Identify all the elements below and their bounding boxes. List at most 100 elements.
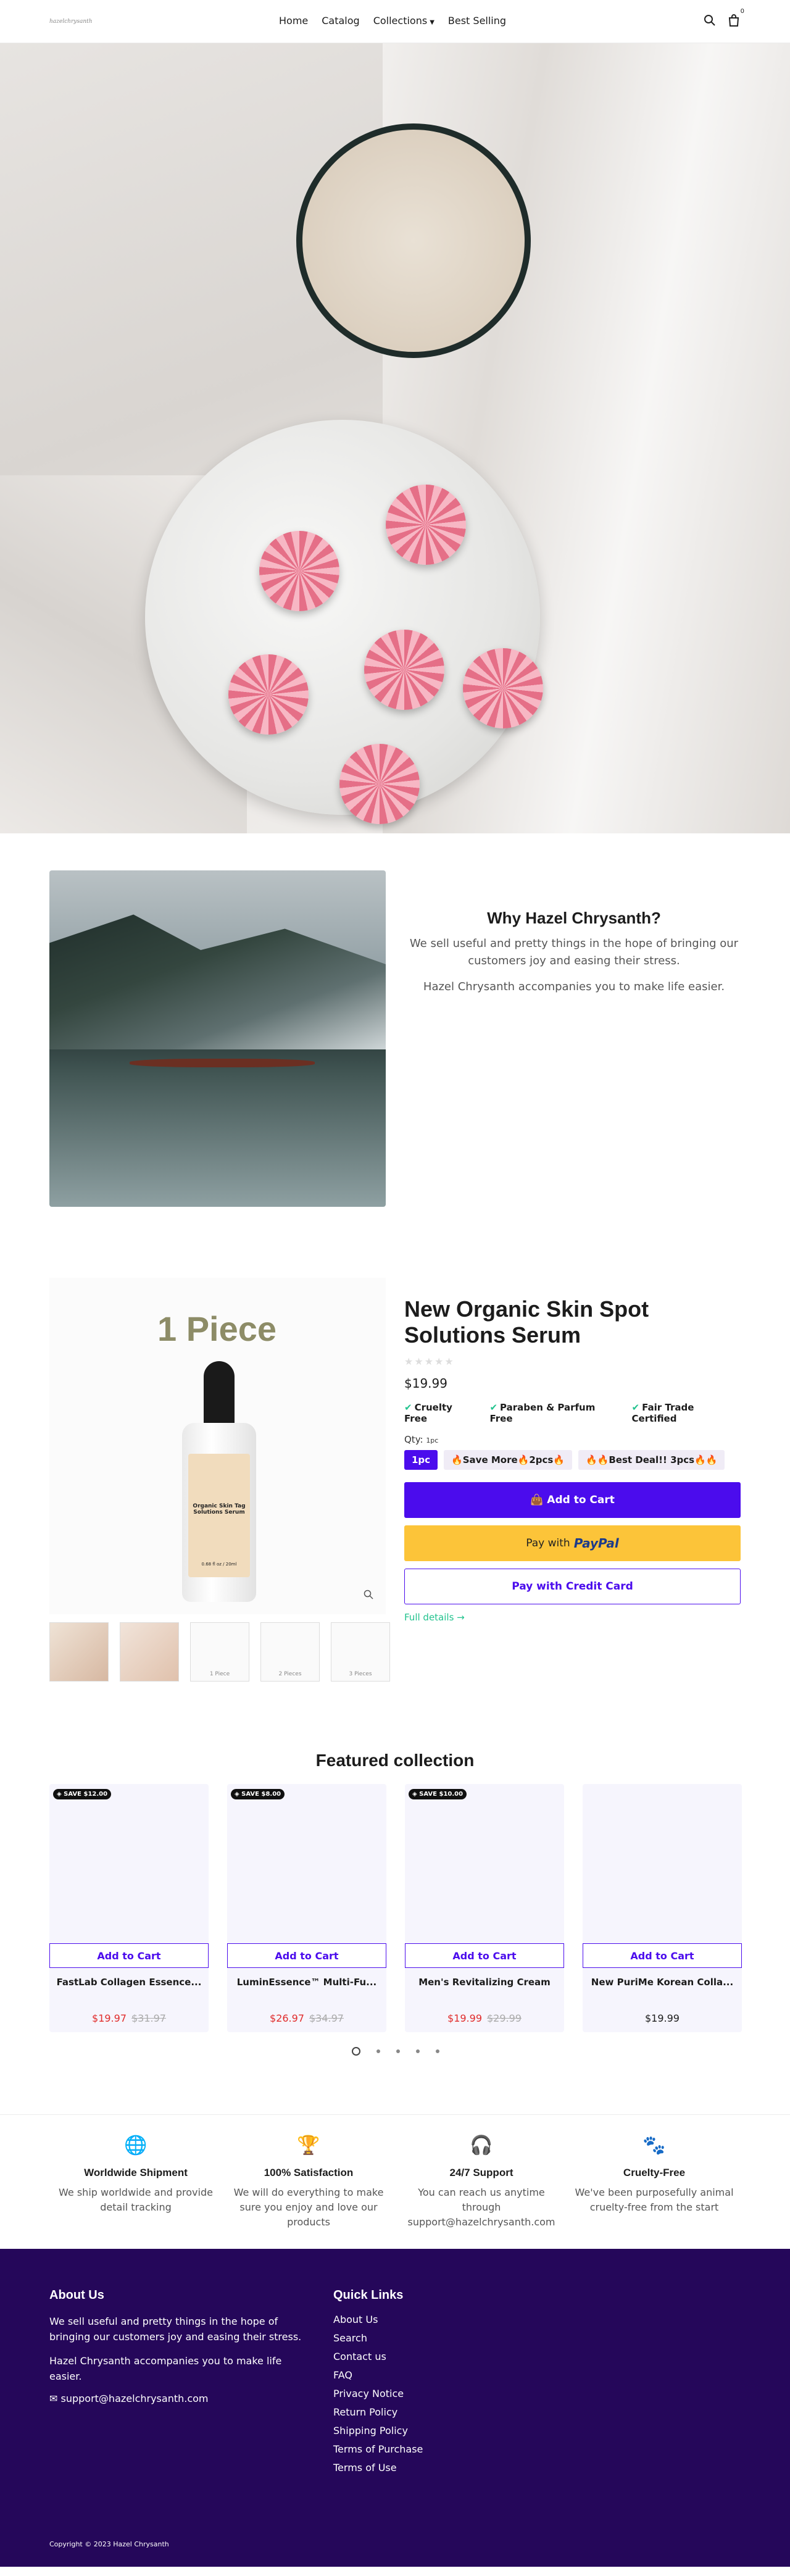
card-title[interactable]: LuminEssence™ Multi-Fu...	[233, 1977, 380, 1988]
featured-title: Featured collection	[315, 1751, 475, 1770]
product-card[interactable]: ◈ SAVE $12.00 Add to Cart FastLab Collag…	[49, 1784, 209, 2032]
add-to-cart-button[interactable]: Add to Cart	[49, 1943, 209, 1968]
qty-options: 1pc 🔥Save More🔥2pcs🔥 🔥🔥Best Deal!! 3pcs🔥…	[404, 1450, 741, 1470]
feature-title: 24/7 Support	[449, 2167, 514, 2178]
footer-about: About Us We sell useful and pretty thing…	[49, 2288, 309, 2404]
sale-price: $19.99	[447, 2012, 482, 2024]
why-title: Why Hazel Chrysanth?	[487, 909, 661, 927]
zoom-icon[interactable]	[364, 1590, 373, 1602]
qty-option[interactable]: 🔥🔥Best Deal!! 3pcs🔥🔥	[578, 1450, 725, 1470]
footer-about-p2: Hazel Chrysanth accompanies you to make …	[49, 2355, 282, 2382]
why-paragraph-1: We sell useful and pretty things in the …	[409, 937, 739, 967]
nav-catalog[interactable]: Catalog	[322, 15, 359, 27]
footer-link[interactable]: Terms of Use	[333, 2462, 518, 2474]
tag-icon: ◈	[57, 1791, 64, 1798]
footer-links-title: Quick Links	[333, 2288, 404, 2302]
thumbnail[interactable]: 2 Pieces	[260, 1622, 320, 1682]
product-card[interactable]: ◈ SAVE $8.00 Add to Cart LuminEssence™ M…	[227, 1784, 386, 2032]
globe-icon: 🌐	[124, 2135, 148, 2156]
cart-icon[interactable]: 0	[727, 8, 744, 30]
star-rating: ★★★★★	[404, 1356, 455, 1367]
main-nav: Home Catalog Collections ▼ Best Selling	[279, 15, 506, 27]
qty-option[interactable]: 🔥Save More🔥2pcs🔥	[444, 1450, 573, 1470]
check-circle-icon: ✔	[631, 1402, 640, 1413]
nav-collections-label: Collections	[373, 15, 428, 27]
product-cards: ◈ SAVE $12.00 Add to Cart FastLab Collag…	[49, 1784, 742, 2032]
carousel-dot[interactable]	[416, 2049, 420, 2053]
add-to-cart-button[interactable]: 👜 Add to Cart	[404, 1482, 741, 1518]
footer-about-title: About Us	[49, 2288, 104, 2302]
carousel-dot[interactable]	[352, 2047, 360, 2056]
bottle-dropper-cap	[204, 1361, 235, 1429]
add-to-cart-button[interactable]: Add to Cart	[227, 1943, 386, 1968]
footer-link[interactable]: Privacy Notice	[333, 2388, 518, 2399]
bottle-label-text: Organic Skin Tag Solutions Serum	[193, 1503, 246, 1515]
feature-text: You can reach us anytime through support…	[407, 2186, 555, 2228]
badge: ✔ Paraben & Parfum Free	[489, 1402, 619, 1424]
chevron-down-icon: ▼	[430, 19, 434, 26]
carousel-dot[interactable]	[376, 2049, 380, 2053]
feature-item: 🎧 24/7 Support You can reach us anytime …	[395, 2115, 568, 2249]
full-details-link[interactable]: Full details →	[404, 1612, 741, 1623]
qty-option[interactable]: 1pc	[404, 1450, 438, 1470]
thumbnail[interactable]	[49, 1622, 109, 1682]
credit-card-button[interactable]: Pay with Credit Card	[404, 1569, 741, 1604]
nav-home[interactable]: Home	[279, 15, 308, 27]
add-to-cart-button[interactable]: Add to Cart	[405, 1943, 564, 1968]
product-badges: ✔ Cruelty Free ✔ Paraben & Parfum Free ✔ Fa…	[404, 1402, 741, 1424]
card-title[interactable]: Men's Revitalizing Cream	[411, 1977, 558, 1988]
thumbnail[interactable]: 3 Pieces	[331, 1622, 390, 1682]
nav-collections[interactable]: Collections ▼	[373, 15, 434, 27]
product-title: New Organic Skin Spot Solutions Serum	[404, 1296, 649, 1348]
bottle-label	[188, 1454, 250, 1577]
feature-text: We will do everything to make sure you e…	[233, 2186, 384, 2228]
hero-coffee-glass	[296, 123, 531, 358]
footer-email-text: support@hazelchrysanth.com	[60, 2393, 209, 2404]
footer-link[interactable]: Return Policy	[333, 2406, 518, 2418]
thumbnail-strip: 1 Piece 2 Pieces 3 Pieces	[49, 1622, 390, 1682]
carousel-dots	[352, 2047, 439, 2056]
carousel-dot[interactable]	[436, 2049, 439, 2053]
badge-label: Paraben & Parfum Free	[489, 1402, 596, 1424]
nav-best-selling[interactable]: Best Selling	[448, 15, 506, 27]
paypal-button[interactable]: Pay with PayPal	[404, 1525, 741, 1561]
card-title[interactable]: New PuriMe Korean Colla...	[589, 1977, 736, 1988]
why-text-block: Why Hazel Chrysanth? We sell useful and …	[407, 833, 741, 996]
carousel-dot[interactable]	[396, 2049, 400, 2053]
footer-link[interactable]: Contact us	[333, 2351, 518, 2362]
footer-link[interactable]: Search	[333, 2332, 518, 2344]
feature-text: We ship worldwide and provide detail tra…	[59, 2186, 213, 2213]
card-title[interactable]: FastLab Collagen Essence...	[56, 1977, 202, 1988]
paypal-prefix: Pay with	[526, 1537, 570, 1549]
thumbnail[interactable]: 1 Piece	[190, 1622, 249, 1682]
footer-link[interactable]: FAQ	[333, 2369, 518, 2381]
product-card[interactable]: ◈ SAVE $10.00 Add to Cart Men's Revitali…	[405, 1784, 564, 2032]
search-icon[interactable]	[704, 14, 716, 29]
old-price: $31.97	[131, 2012, 166, 2024]
badge: ✔ Cruelty Free	[404, 1402, 477, 1424]
check-circle-icon: ✔	[404, 1402, 412, 1413]
headset-icon: 🎧	[470, 2135, 493, 2156]
qty-label: Qty: 1pc	[404, 1434, 741, 1445]
thumbnail[interactable]	[120, 1622, 179, 1682]
hero-meringue	[463, 648, 543, 728]
logo[interactable]: hazelchrysanth	[49, 19, 136, 25]
add-to-cart-button[interactable]: Add to Cart	[583, 1943, 742, 1968]
footer-link[interactable]: Terms of Purchase	[333, 2443, 518, 2455]
bag-icon: 👜	[530, 1494, 544, 1506]
save-badge: ◈ SAVE $12.00	[53, 1789, 112, 1799]
card-price: $19.99 $29.99	[405, 2012, 564, 2024]
badge-label: Fair Trade Certified	[631, 1402, 694, 1424]
footer-link[interactable]: Shipping Policy	[333, 2425, 518, 2436]
serum-bottle: Organic Skin Tag Solutions Serum 0.68 fl…	[182, 1361, 256, 1602]
feature-title: 100% Satisfaction	[264, 2167, 354, 2178]
product-card[interactable]: Add to Cart New PuriMe Korean Colla... $…	[583, 1784, 742, 2032]
footer-about-p1: We sell useful and pretty things in the …	[49, 2315, 302, 2343]
paypal-brand: PayPal	[573, 1536, 619, 1551]
footer-link[interactable]: About Us	[333, 2314, 518, 2325]
paw-icon: 🐾	[642, 2135, 666, 2156]
footer-email[interactable]: ✉ support@hazelchrysanth.com	[49, 2393, 309, 2404]
product-main-image[interactable]: 1 Piece Organic Skin Tag Solutions Serum…	[49, 1278, 386, 1614]
hero-image	[0, 43, 790, 833]
save-badge-text: SAVE $10.00	[419, 1791, 464, 1798]
